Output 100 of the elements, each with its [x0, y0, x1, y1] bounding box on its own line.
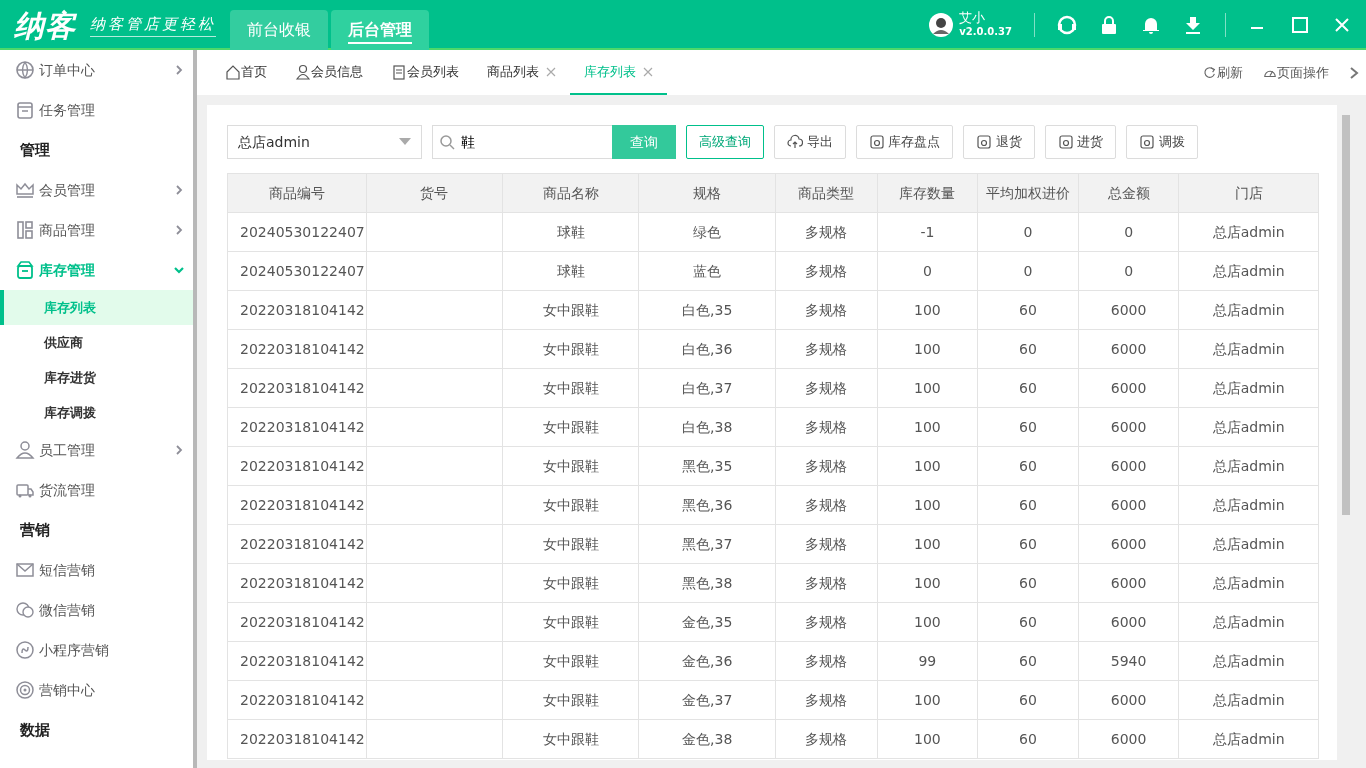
table-cell: 黑色,38: [639, 563, 776, 603]
sidebar-item[interactable]: 微信营销: [0, 590, 193, 630]
crown-icon: [15, 180, 35, 200]
version-label: v2.0.0.37: [959, 25, 1012, 39]
table-cell: 女中跟鞋: [502, 719, 639, 759]
table-cell: 6000: [1078, 329, 1179, 369]
sidebar-item[interactable]: 订单中心: [0, 50, 193, 90]
table-cell: 100: [877, 719, 978, 759]
table-cell: 总店admin: [1178, 641, 1319, 681]
table-cell: 多规格: [775, 485, 878, 525]
table-cell: 总店admin: [1178, 719, 1319, 759]
scrollbar-thumb[interactable]: [1342, 115, 1350, 515]
box-icon: [15, 260, 35, 280]
sidebar-item[interactable]: 短信营销: [0, 550, 193, 590]
toolbar-button[interactable]: 导出: [774, 125, 846, 159]
tray-icon: [976, 134, 992, 150]
table-cell: 20220318104142: [227, 368, 367, 408]
table-cell: 100: [877, 680, 978, 720]
table-cell: 60: [977, 719, 1079, 759]
download-icon[interactable]: [1183, 15, 1203, 35]
column-header: 规格: [639, 173, 776, 213]
table-cell: 60: [977, 524, 1079, 564]
submenu-item[interactable]: 库存调拨: [0, 395, 193, 430]
person-icon: [295, 63, 311, 80]
page-tab[interactable]: 会员列表: [377, 50, 473, 95]
table-cell: 总店admin: [1178, 680, 1319, 720]
caret-icon[interactable]: [399, 138, 411, 146]
table-cell: 多规格: [775, 641, 878, 681]
table-cell: 20220318104142: [227, 446, 367, 486]
headset-icon[interactable]: [1057, 15, 1077, 35]
search-icon: [439, 134, 455, 150]
clipboard-icon: [15, 100, 35, 120]
person-icon: [15, 440, 35, 460]
table-cell: 20220318104142: [227, 602, 367, 642]
table-cell: 5940: [1078, 641, 1179, 681]
table-cell: 女中跟鞋: [502, 524, 639, 564]
table-cell: 多规格: [775, 602, 878, 642]
tray-icon: [868, 134, 885, 150]
table-cell: 女中跟鞋: [502, 680, 639, 720]
close-icon[interactable]: [643, 66, 653, 77]
table-cell: 100: [877, 563, 978, 603]
section-heading: 管理: [19, 139, 51, 161]
table-cell: 黑色,37: [639, 524, 776, 564]
page-tab[interactable]: 商品列表: [473, 50, 570, 95]
table-cell: 20220318104142: [227, 329, 367, 369]
toolbar-button[interactable]: 进货: [1044, 125, 1116, 159]
table-cell: 6000: [1078, 407, 1179, 447]
table-cell: 女中跟鞋: [502, 407, 639, 447]
sidebar-item[interactable]: 任务管理: [0, 90, 193, 130]
chevron-icon: [173, 444, 185, 456]
table-cell: 多规格: [775, 446, 878, 486]
table-cell: 总店admin: [1178, 368, 1319, 408]
refresh-icon: [1203, 65, 1217, 80]
home-icon: [225, 63, 241, 80]
avatar-icon[interactable]: [929, 13, 954, 37]
sidebar-item[interactable]: 员工管理: [0, 430, 193, 470]
table-cell: 60: [977, 485, 1079, 525]
table-cell: 100: [877, 524, 978, 564]
table-cell: 100: [877, 329, 978, 369]
tab-action[interactable]: 页面操作: [1263, 62, 1329, 83]
sidebar-item[interactable]: 货流管理: [0, 470, 193, 510]
table-cell: 20220318104142: [227, 719, 367, 759]
toolbar-button[interactable]: 调拨: [1126, 125, 1198, 159]
submenu-item[interactable]: 库存进货: [0, 360, 193, 395]
table-cell: 100: [877, 446, 978, 486]
toolbar-button[interactable]: 库存盘点: [855, 125, 953, 159]
table-cell: 多规格: [775, 719, 878, 759]
table-cell: 绿色: [639, 212, 776, 252]
tray-icon: [1057, 134, 1074, 150]
page-tab[interactable]: 会员信息: [281, 50, 377, 95]
chevron-icon[interactable]: [1349, 66, 1359, 79]
lock-icon[interactable]: [1099, 15, 1119, 35]
user-name: 艾小: [959, 11, 987, 24]
column-header: 门店: [1178, 173, 1319, 213]
submenu-item[interactable]: 供应商: [0, 325, 193, 360]
column-header: 总金额: [1078, 173, 1179, 213]
table-cell: 0: [977, 251, 1079, 291]
bell-icon[interactable]: [1141, 15, 1161, 35]
table-cell: 女中跟鞋: [502, 329, 639, 369]
table-cell: 白色,35: [639, 290, 776, 330]
toolbar-button[interactable]: 退货: [963, 125, 1035, 159]
sidebar-item[interactable]: 商品管理: [0, 210, 193, 250]
table-cell: 20220318104142: [227, 407, 367, 447]
close-icon[interactable]: [546, 66, 556, 77]
search-box[interactable]: 鞋: [432, 125, 612, 159]
table-cell: 多规格: [775, 563, 878, 603]
table-cell: 多规格: [775, 251, 878, 291]
table-cell: 总店admin: [1178, 251, 1319, 291]
store-select[interactable]: 总店admin: [227, 125, 422, 159]
sidebar-item[interactable]: 营销中心: [0, 670, 193, 710]
tab-action[interactable]: 刷新: [1203, 62, 1243, 83]
sidebar-item[interactable]: 小程序营销: [0, 630, 193, 670]
page-tab[interactable]: 首页: [211, 50, 281, 95]
table-cell: 白色,36: [639, 329, 776, 369]
table-cell: 6000: [1078, 602, 1179, 642]
table-cell: 金色,36: [639, 641, 776, 681]
table-cell: 黑色,35: [639, 446, 776, 486]
maximize-icon[interactable]: [1290, 15, 1310, 35]
sidebar-item[interactable]: 会员管理: [0, 170, 193, 210]
table-cell: 女中跟鞋: [502, 602, 639, 642]
